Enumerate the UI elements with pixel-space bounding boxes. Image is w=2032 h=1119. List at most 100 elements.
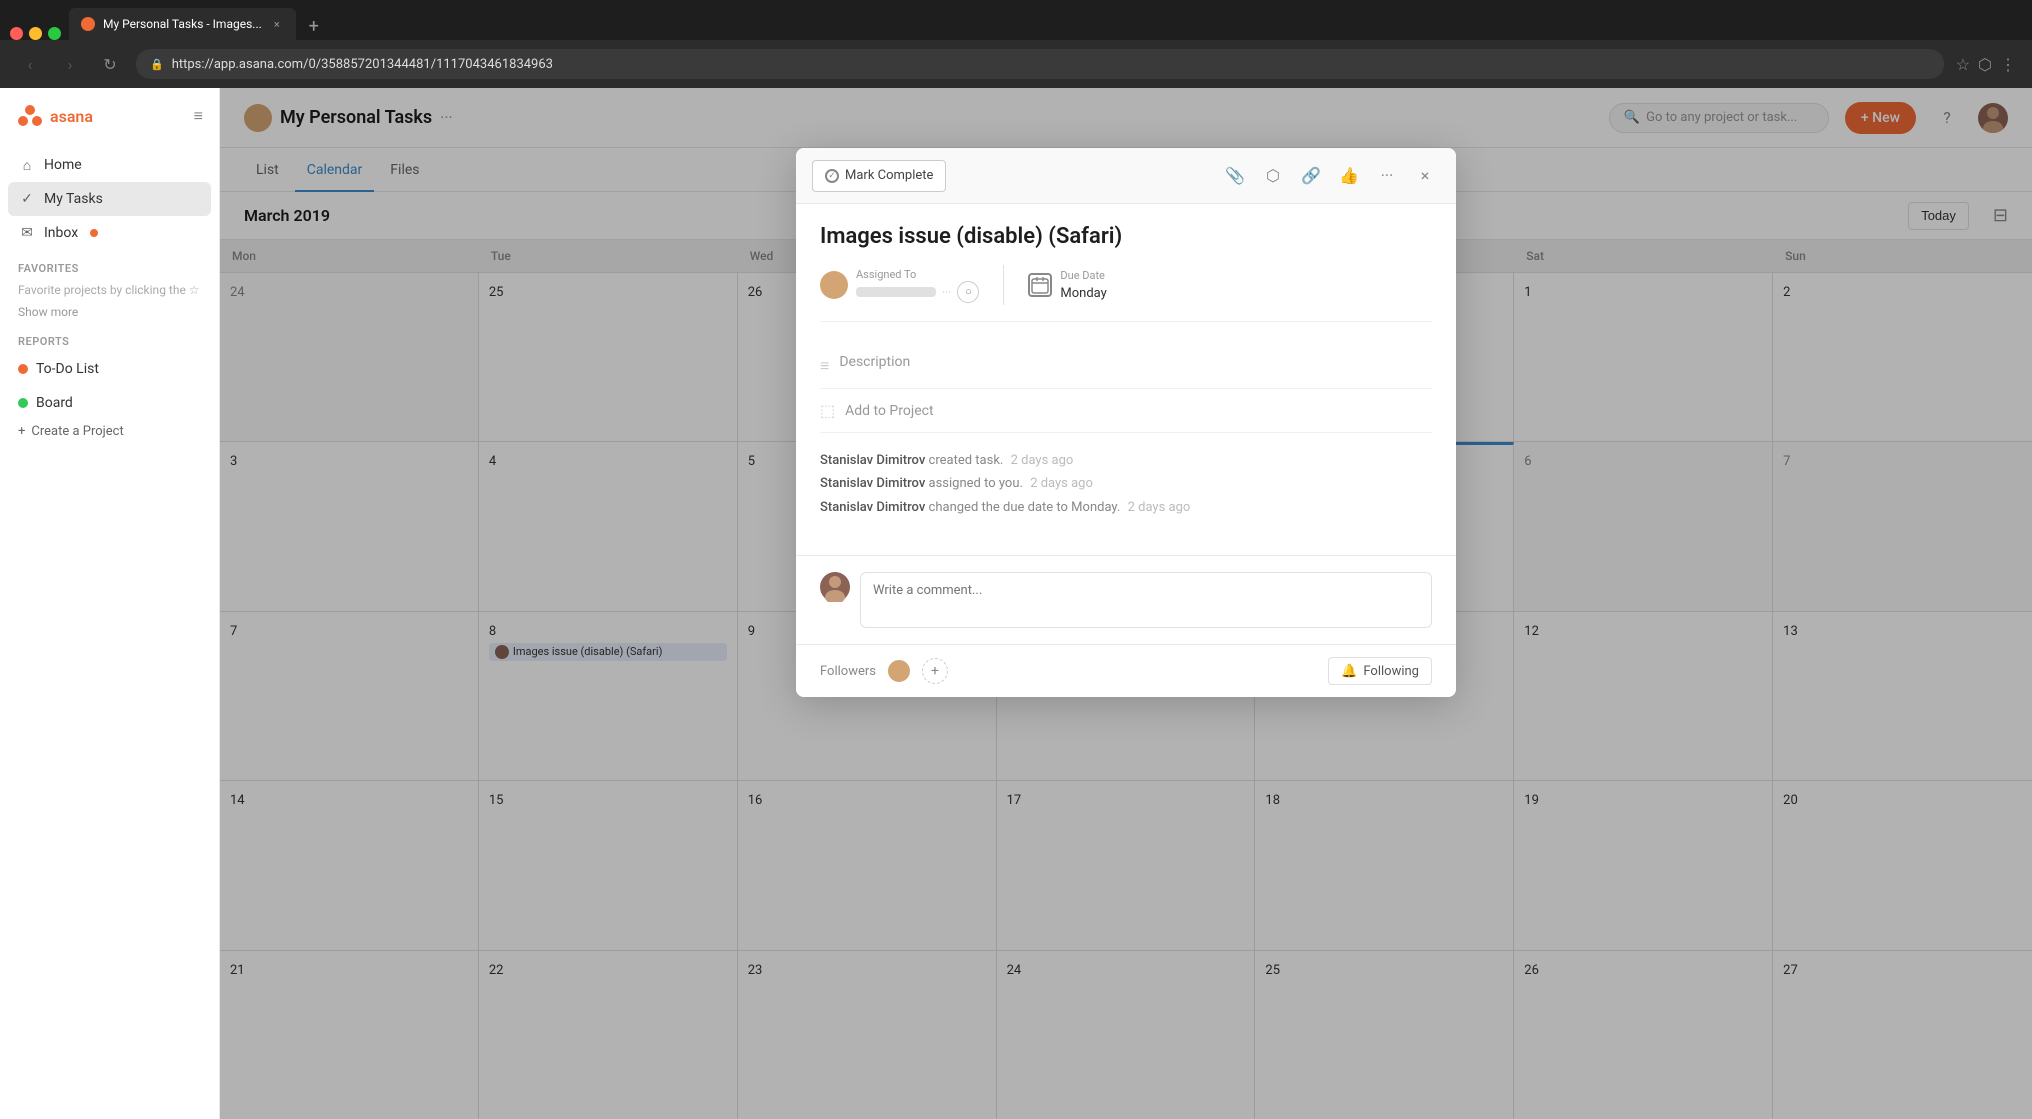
add-to-project-label: Add to Project: [845, 403, 933, 419]
add-follower-button[interactable]: +: [922, 658, 948, 684]
show-more-button[interactable]: Show more: [8, 301, 211, 323]
activity-item-2: Stanislav Dimitrov changed the due date …: [820, 496, 1432, 519]
task-title[interactable]: Images issue (disable) (Safari): [820, 224, 1432, 249]
copy-button[interactable]: ⬡: [1258, 161, 1288, 191]
sidebar-item-my-tasks[interactable]: ✓ My Tasks: [8, 182, 211, 216]
close-button[interactable]: [10, 27, 23, 40]
sidebar-header: asana ≡: [0, 88, 219, 144]
more-options-button[interactable]: ···: [1372, 161, 1402, 191]
sidebar-item-home[interactable]: ⌂ Home: [8, 148, 211, 182]
activity-item-0: Stanislav Dimitrov created task. 2 days …: [820, 449, 1432, 472]
modal-overlay[interactable]: ✓ Mark Complete 📎 ⬡ 🔗 👍: [220, 88, 2032, 1119]
followers-bar: Followers + 🔔 Following: [796, 644, 1456, 697]
bell-icon: 🔔: [1341, 664, 1357, 679]
like-button[interactable]: 👍: [1334, 161, 1364, 191]
activity-text-2: changed the due date to Monday.: [929, 500, 1121, 515]
ssl-icon: 🔒: [150, 58, 164, 71]
close-button[interactable]: ×: [1410, 161, 1440, 191]
sidebar-item-my-tasks-label: My Tasks: [44, 191, 103, 207]
activity-author-1: Stanislav Dimitrov: [820, 476, 925, 491]
description-row[interactable]: ≡ Description: [820, 342, 1432, 389]
add-project-icon: ⬚: [820, 401, 835, 420]
reports-section-header: Reports: [8, 323, 211, 352]
comment-input[interactable]: [860, 572, 1432, 628]
url-text: https://app.asana.com/0/358857201344481/…: [172, 57, 553, 72]
activity-text-0: created task.: [929, 453, 1004, 468]
browser-chrome: My Personal Tasks - Images... × + ‹ › ↻ …: [0, 0, 2032, 88]
create-project-button[interactable]: + Create a Project: [8, 420, 211, 443]
following-button[interactable]: 🔔 Following: [1328, 657, 1432, 685]
inbox-icon: ✉: [18, 224, 36, 242]
back-button[interactable]: ‹: [16, 50, 44, 78]
due-date-info: Due Date Monday: [1060, 269, 1106, 301]
tab-favicon: [81, 17, 95, 31]
asana-logo-text: asana: [50, 107, 93, 126]
mark-complete-button[interactable]: ✓ Mark Complete: [812, 160, 946, 192]
meta-divider: [1003, 265, 1004, 305]
description-placeholder: Description: [839, 354, 910, 370]
active-tab[interactable]: My Personal Tasks - Images... ×: [69, 8, 296, 40]
sidebar-item-board-label: Board: [36, 395, 73, 411]
asana-logo: asana: [16, 102, 93, 130]
main-content: My Personal Tasks ··· 🔍 Go to any projec…: [220, 88, 2032, 1119]
following-label: Following: [1363, 664, 1419, 679]
copy-icon: ⬡: [1266, 166, 1280, 185]
assignee-circle-btn[interactable]: ○: [957, 281, 979, 303]
attach-button[interactable]: 📎: [1220, 161, 1250, 191]
mark-complete-label: Mark Complete: [845, 168, 933, 183]
task-meta-row: Assigned To ··· ○: [820, 265, 1432, 322]
add-to-project-row[interactable]: ⬚ Add to Project: [820, 389, 1432, 433]
comment-area: [796, 555, 1456, 644]
due-date-field[interactable]: Due Date Monday: [1028, 269, 1106, 301]
board-dot: [18, 398, 28, 408]
minimize-button[interactable]: [29, 27, 42, 40]
assignee-area: ··· ○: [856, 281, 979, 303]
sidebar-item-home-label: Home: [44, 157, 82, 173]
sidebar-item-todo-label: To-Do List: [36, 361, 99, 377]
task-modal: ✓ Mark Complete 📎 ⬡ 🔗 👍: [796, 148, 1456, 697]
browser-actions: ☆ ⬡ ⋮: [1956, 55, 2016, 74]
asana-logo-icon: [16, 102, 44, 130]
activity-author-2: Stanislav Dimitrov: [820, 500, 925, 515]
app-container: asana ≡ ⌂ Home ✓ My Tasks ✉ Inbox Favori…: [0, 88, 2032, 1119]
more-icon: ···: [1381, 166, 1394, 185]
fullscreen-button[interactable]: [48, 27, 61, 40]
followers-label: Followers: [820, 664, 876, 679]
sidebar-menu-button[interactable]: ≡: [194, 106, 203, 126]
url-bar[interactable]: 🔒 https://app.asana.com/0/35885720134448…: [136, 49, 1944, 79]
modal-toolbar: ✓ Mark Complete 📎 ⬡ 🔗 👍: [796, 148, 1456, 204]
activity-time-0: 2 days ago: [1011, 453, 1074, 468]
forward-button[interactable]: ›: [56, 50, 84, 78]
sidebar-item-board[interactable]: Board: [8, 386, 211, 420]
due-date-label: Due Date: [1060, 269, 1106, 282]
browser-tabs: My Personal Tasks - Images... × +: [0, 0, 2032, 40]
extension-icon[interactable]: ⬡: [1978, 55, 1992, 74]
sidebar-item-inbox[interactable]: ✉ Inbox: [8, 216, 211, 250]
like-icon: 👍: [1339, 166, 1359, 185]
activity-time-2: 2 days ago: [1128, 500, 1191, 515]
follower-avatar: [886, 658, 912, 684]
sidebar-nav: ⌂ Home ✓ My Tasks ✉ Inbox Favorites Favo…: [0, 144, 219, 1119]
menu-icon[interactable]: ⋮: [2000, 55, 2016, 74]
refresh-button[interactable]: ↻: [96, 50, 124, 78]
bookmark-icon[interactable]: ☆: [1956, 55, 1970, 74]
close-icon: ×: [1421, 166, 1430, 185]
home-icon: ⌂: [18, 156, 36, 174]
sidebar-item-todo[interactable]: To-Do List: [8, 352, 211, 386]
link-button[interactable]: 🔗: [1296, 161, 1326, 191]
description-icon: ≡: [820, 356, 829, 376]
activity-time-1: 2 days ago: [1030, 476, 1093, 491]
attach-icon: 📎: [1225, 166, 1245, 185]
assigned-to-info: Assigned To ··· ○: [856, 268, 979, 303]
sidebar: asana ≡ ⌂ Home ✓ My Tasks ✉ Inbox Favori…: [0, 88, 220, 1119]
new-tab-button[interactable]: +: [300, 12, 328, 40]
traffic-lights: [10, 27, 61, 40]
inbox-badge: [90, 229, 98, 237]
tab-close-button[interactable]: ×: [270, 17, 284, 31]
create-project-label: Create a Project: [31, 424, 123, 439]
activity-section: Stanislav Dimitrov created task. 2 days …: [820, 433, 1432, 535]
browser-toolbar: ‹ › ↻ 🔒 https://app.asana.com/0/35885720…: [0, 40, 2032, 88]
favorites-hint: Favorite projects by clicking the ☆: [8, 279, 211, 301]
modal-body: Images issue (disable) (Safari) Assigned…: [796, 204, 1456, 555]
sidebar-item-inbox-label: Inbox: [44, 225, 78, 241]
